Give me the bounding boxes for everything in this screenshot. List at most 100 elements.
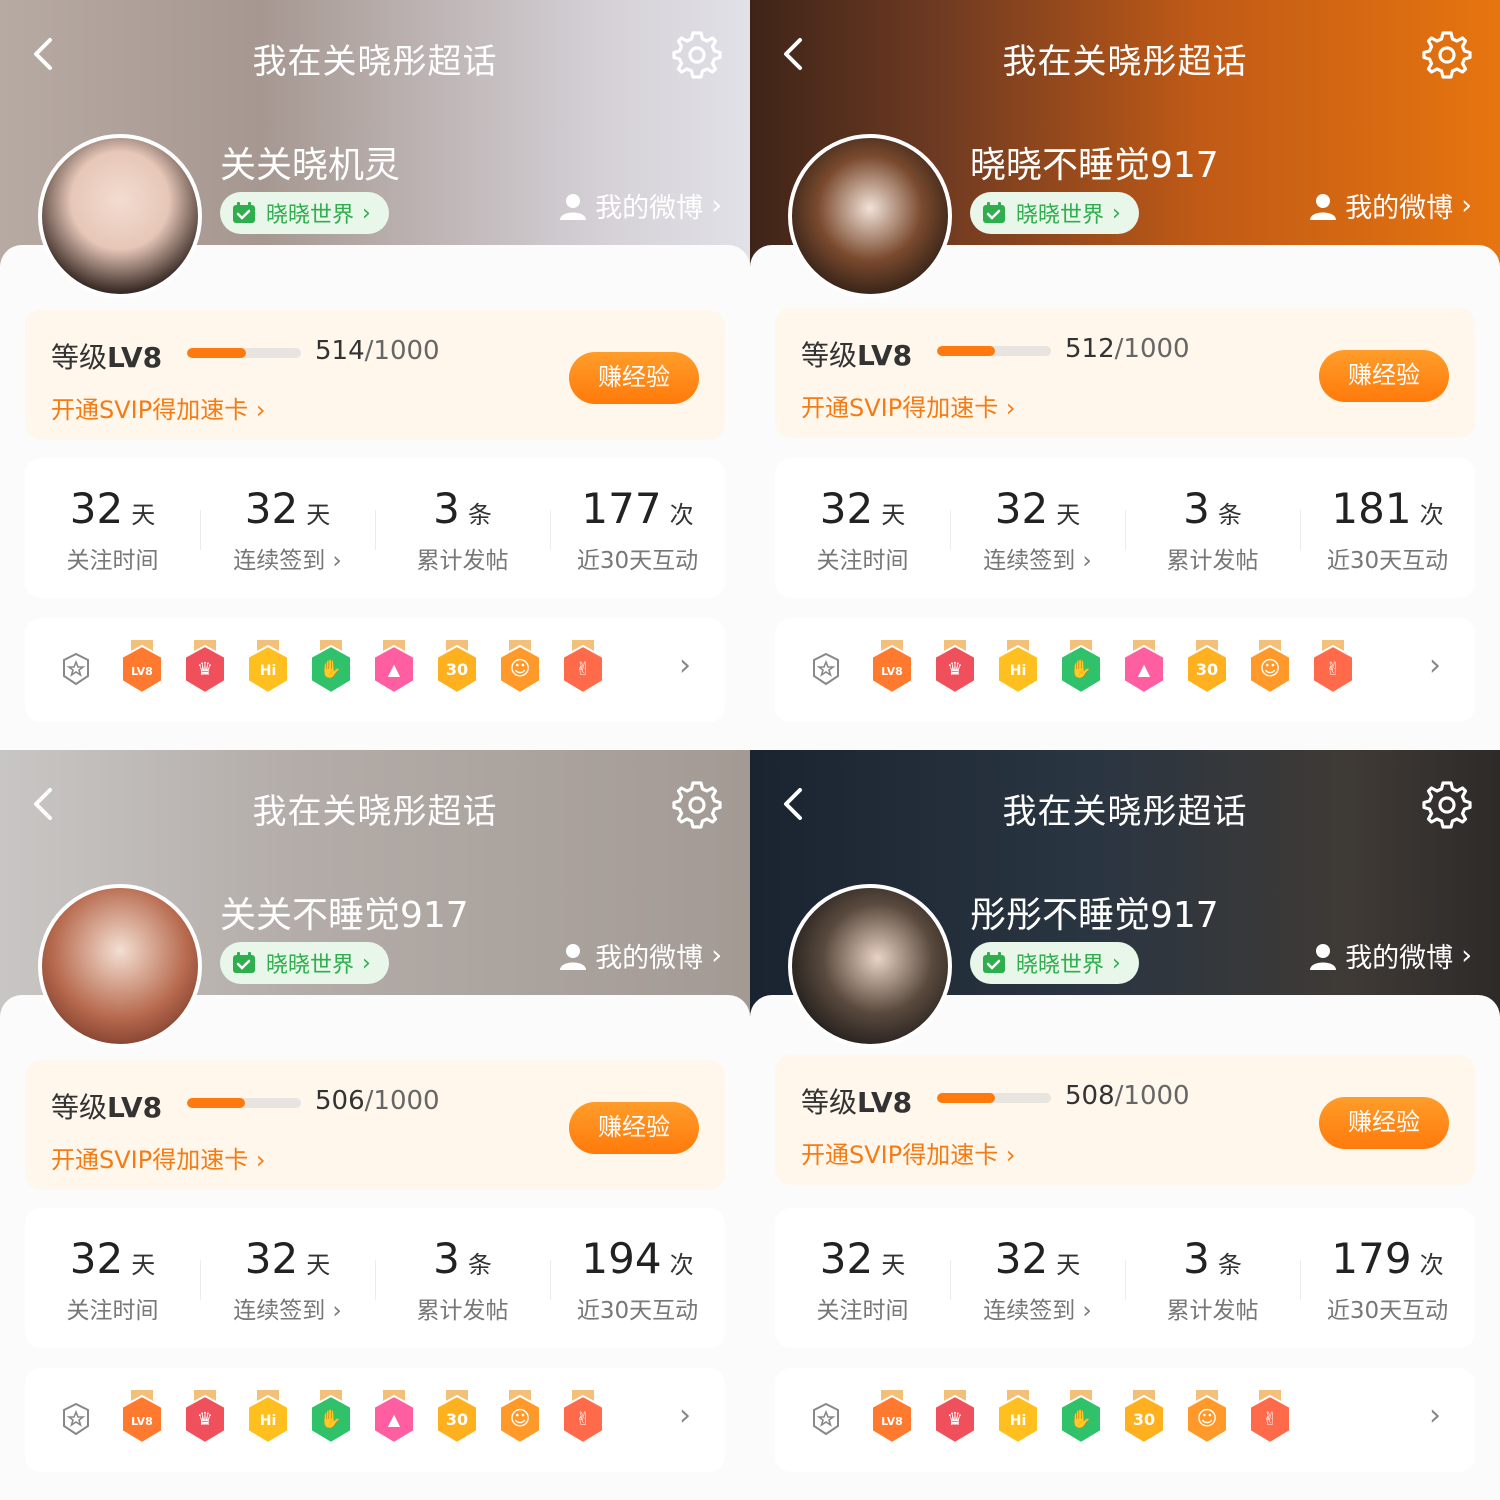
my-weibo-link[interactable]: 我的微博 › (559, 186, 722, 225)
svg-text:30: 30 (1196, 660, 1218, 679)
chevron-right-icon[interactable]: › (1429, 1398, 1441, 1433)
earn-exp-button[interactable]: 赚经验 (1319, 350, 1449, 402)
my-weibo-link[interactable]: 我的微博 › (559, 936, 722, 975)
chevron-right-icon[interactable]: › (1429, 648, 1441, 683)
user-nickname: 关关不睡觉917 (220, 895, 469, 936)
badge-card[interactable]: LV8 ♛ Hi ✋ ▲ 30 ☺ ✌ › (775, 618, 1475, 722)
chevron-right-icon[interactable]: › (679, 648, 691, 683)
svg-text:LV8: LV8 (131, 1415, 153, 1428)
hi-badge-icon: Hi (995, 640, 1041, 696)
svg-text:✌: ✌ (1262, 1409, 1277, 1430)
badge-card[interactable]: LV8 ♛ Hi ✋ 30 ☺ ✌ › (775, 1368, 1475, 1472)
30days-badge-icon: 30 (434, 1390, 480, 1446)
svip-link[interactable]: 开通SVIP得加速卡 › (801, 1135, 1015, 1170)
level-progress-bar (187, 1098, 301, 1108)
level-progress-bar (937, 346, 1051, 356)
chevron-right-icon: › (1461, 940, 1472, 971)
settings-gear-icon[interactable] (670, 778, 724, 832)
stat-label: 累计发帖 (1166, 1298, 1259, 1324)
stat-unit: 条 (467, 1251, 492, 1279)
stat-label: 近30天互动 (1326, 1298, 1449, 1324)
svg-text:✌: ✌ (575, 1409, 590, 1430)
svg-text:30: 30 (446, 1410, 468, 1429)
stat-number: 32 (244, 1234, 299, 1283)
svip-link[interactable]: 开通SVIP得加速卡 › (51, 390, 265, 425)
stat-label: 关注时间 (66, 548, 159, 574)
my-weibo-label: 我的微博 (1345, 943, 1454, 974)
badge-card[interactable]: LV8 ♛ Hi ✋ ▲ 30 ☺ ✌ › (25, 1368, 725, 1472)
chevron-right-icon[interactable]: › (679, 1398, 691, 1433)
world-chip[interactable]: 晓晓世界 › (220, 192, 389, 234)
stat-item[interactable]: 32 天连续签到 › (200, 1208, 375, 1348)
stat-item: 177 次近30天互动 (550, 458, 725, 598)
earn-exp-button[interactable]: 赚经验 (569, 1102, 699, 1154)
stat-unit: 天 (131, 1251, 156, 1279)
earn-exp-button[interactable]: 赚经验 (569, 352, 699, 404)
settings-gear-icon[interactable] (670, 28, 724, 82)
badge-row: LV8 ♛ Hi ✋ 30 ☺ ✌ (869, 1390, 1293, 1450)
world-chip[interactable]: 晓晓世界 › (970, 942, 1139, 984)
badge-card[interactable]: LV8 ♛ Hi ✋ ▲ 30 ☺ ✌ › (25, 618, 725, 722)
stat-number: 32 (69, 484, 124, 533)
world-chip-label: 晓晓世界 (1016, 203, 1105, 228)
badge-shield-icon (813, 1402, 839, 1436)
my-weibo-link[interactable]: 我的微博 › (1309, 936, 1472, 975)
calendar-check-icon (233, 202, 255, 223)
level-progress-fill (187, 1098, 245, 1108)
world-chip[interactable]: 晓晓世界 › (970, 192, 1139, 234)
settings-gear-icon[interactable] (1420, 778, 1474, 832)
rock-hand-badge-icon: ✌ (1310, 640, 1356, 696)
rock-hand-badge-icon: ✌ (1247, 1390, 1293, 1446)
supertopic-profile-panel: 我在关晓彤超话 晓晓不睡觉917 晓晓世界 › 我的微博 › 等级LV8 512… (750, 0, 1500, 750)
svip-link[interactable]: 开通SVIP得加速卡 › (51, 1140, 265, 1175)
stat-label: 累计发帖 (1166, 548, 1259, 574)
avatar[interactable] (38, 134, 202, 298)
stat-item: 3 条累计发帖 (375, 458, 550, 598)
stat-number: 32 (994, 1234, 1049, 1283)
my-weibo-link[interactable]: 我的微博 › (1309, 186, 1472, 225)
calendar-check-icon (983, 202, 1005, 223)
svg-text:✌: ✌ (575, 659, 590, 680)
chevron-right-icon: › (362, 950, 371, 976)
svg-text:30: 30 (1133, 1410, 1155, 1429)
stat-item: 32 天关注时间 (775, 458, 950, 598)
world-chip[interactable]: 晓晓世界 › (220, 942, 389, 984)
settings-gear-icon[interactable] (1420, 28, 1474, 82)
level-value: LV8 (107, 1091, 163, 1124)
hand-badge-icon: ✋ (1058, 640, 1104, 696)
stat-number: 32 (994, 484, 1049, 533)
hi-badge-icon: Hi (245, 1390, 291, 1446)
stats-card: 32 天关注时间 32 天连续签到 › 3 条累计发帖 194 次近30天互动 (25, 1208, 725, 1348)
avatar[interactable] (788, 134, 952, 298)
person-icon (560, 943, 587, 970)
trophy-badge-icon: ♛ (182, 640, 228, 696)
stat-item[interactable]: 32 天连续签到 › (950, 458, 1125, 598)
chevron-right-icon: › (711, 940, 722, 971)
avatar[interactable] (788, 884, 952, 1048)
svg-text:✋: ✋ (320, 658, 342, 680)
stat-label: 近30天互动 (576, 1298, 699, 1324)
stat-number: 32 (69, 1234, 124, 1283)
level-value: LV8 (857, 1086, 913, 1119)
stat-item[interactable]: 32 天连续签到 › (200, 458, 375, 598)
stat-number: 194 (581, 1234, 662, 1283)
badge-row: LV8 ♛ Hi ✋ ▲ 30 ☺ ✌ (119, 640, 606, 700)
earn-exp-button[interactable]: 赚经验 (1319, 1097, 1449, 1149)
avatar[interactable] (38, 884, 202, 1048)
svg-text:♛: ♛ (947, 659, 963, 680)
svg-text:Hi: Hi (1010, 1413, 1027, 1429)
world-chip-label: 晓晓世界 (266, 203, 355, 228)
svg-text:Hi: Hi (260, 1413, 277, 1429)
svip-link[interactable]: 开通SVIP得加速卡 › (801, 388, 1015, 423)
level-label: 等级LV8 (51, 341, 163, 374)
rock-hand-badge-icon: ✌ (560, 1390, 606, 1446)
stat-item[interactable]: 32 天连续签到 › (950, 1208, 1125, 1348)
rock-hand-badge-icon: ✌ (560, 640, 606, 696)
user-nickname: 彤彤不睡觉917 (970, 895, 1219, 936)
level-progress-fill (937, 1093, 995, 1103)
stat-label: 连续签到 › (983, 548, 1092, 574)
stat-unit: 天 (1056, 1251, 1081, 1279)
svg-text:☺: ☺ (1197, 1406, 1218, 1430)
level-progress-fill (937, 346, 996, 356)
stats-card: 32 天关注时间 32 天连续签到 › 3 条累计发帖 181 次近30天互动 (775, 458, 1475, 598)
